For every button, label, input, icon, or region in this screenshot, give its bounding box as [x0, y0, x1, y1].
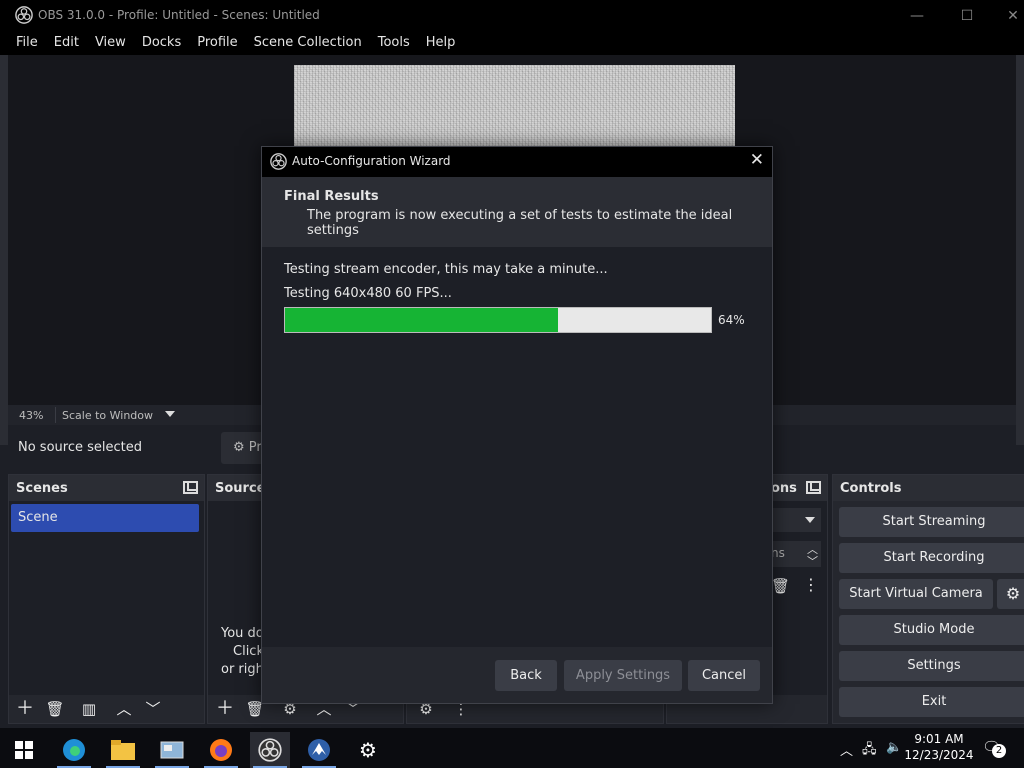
window-title-bar: OBS 31.0.0 - Profile: Untitled - Scenes:…: [0, 0, 1024, 31]
gear-icon: ⚙: [1005, 584, 1021, 603]
progress-bar: [284, 307, 712, 333]
windows-logo-icon: [15, 741, 33, 759]
menu-help[interactable]: Help: [418, 31, 464, 55]
menu-profile[interactable]: Profile: [189, 31, 245, 55]
windows-start-icon[interactable]: [4, 732, 44, 768]
trash-icon[interactable]: 🗑: [43, 698, 67, 720]
nordvpn-icon[interactable]: [299, 732, 339, 768]
control-panel-icon[interactable]: [152, 732, 192, 768]
add-scene-icon[interactable]: ＋: [13, 698, 37, 720]
system-clock[interactable]: 9:01 AM 12/23/2024: [904, 731, 974, 763]
windows-taskbar: ⚙ ︿ 🖧 🔈 9:01 AM 12/23/2024 🗨 2: [0, 728, 1024, 768]
wizard-heading: Final Results: [284, 189, 379, 204]
file-explorer-icon[interactable]: [103, 732, 143, 768]
chevron-up-icon[interactable]: ︿: [112, 698, 136, 720]
scenes-dock: Scenes Scene ＋ 🗑 ▥ ︿ ﹀: [8, 474, 205, 724]
controls-dock-header: Controls: [833, 475, 1024, 501]
menu-file[interactable]: File: [0, 31, 46, 55]
wizard-footer: Back Apply Settings Cancel: [262, 647, 772, 703]
progress-bar-fill: [285, 308, 558, 332]
exit-button[interactable]: Exit: [839, 687, 1024, 717]
transitions-dock-title: ons: [771, 481, 797, 496]
maximize-button[interactable]: ☐: [944, 0, 990, 31]
wizard-title-bar: Auto-Configuration Wizard ✕: [262, 147, 772, 177]
scenes-dock-header: Scenes: [9, 475, 204, 501]
scenes-dock-title: Scenes: [16, 481, 68, 496]
controls-dock-title: Controls: [840, 481, 902, 496]
settings-gear-icon[interactable]: ⚙: [348, 732, 388, 768]
preview-video-noise: [294, 65, 735, 155]
menu-scene-collection[interactable]: Scene Collection: [246, 31, 370, 55]
cancel-button[interactable]: Cancel: [688, 660, 760, 691]
auto-config-wizard-dialog: Auto-Configuration Wizard ✕ Final Result…: [261, 146, 773, 704]
no-source-label: No source selected: [18, 440, 142, 455]
zoom-level: 43%: [19, 409, 44, 422]
duration-spinbox[interactable]: ns ︿ ﹀: [771, 541, 821, 569]
controls-body: Start Streaming Start Recording Start Vi…: [833, 501, 1024, 723]
obs-taskbar-icon[interactable]: [250, 732, 290, 768]
notification-count-badge: 2: [992, 744, 1006, 758]
clock-time: 9:01 AM: [914, 732, 964, 746]
apply-settings-button[interactable]: Apply Settings: [564, 660, 682, 691]
wizard-header: Final Results The program is now executi…: [262, 177, 772, 247]
test-detail-line: Testing 640x480 60 FPS...: [284, 286, 452, 301]
menu-tools[interactable]: Tools: [370, 31, 418, 55]
menu-docks[interactable]: Docks: [134, 31, 189, 55]
edge-icon[interactable]: [54, 732, 94, 768]
progress-percent: 64%: [718, 313, 745, 327]
menu-edit[interactable]: Edit: [46, 31, 87, 55]
right-border: [1016, 55, 1024, 445]
clock-date: 12/23/2024: [904, 748, 974, 762]
chevron-down-icon[interactable]: ﹀: [807, 553, 818, 569]
wizard-close-button[interactable]: ✕: [750, 150, 764, 170]
add-source-icon[interactable]: ＋: [213, 698, 237, 720]
undock-icon[interactable]: [183, 481, 198, 494]
scenes-dock-footer: ＋ 🗑 ▥ ︿ ﹀: [9, 695, 204, 723]
scene-list-item[interactable]: Scene: [11, 504, 199, 532]
obs-logo-icon: [15, 6, 33, 24]
chevron-down-icon[interactable]: ﹀: [141, 698, 165, 720]
sources-dock-title: Source: [215, 481, 266, 496]
more-options-icon[interactable]: ⋮: [803, 575, 819, 594]
filter-icon[interactable]: ▥: [77, 698, 101, 720]
scenes-list: Scene: [9, 501, 204, 695]
start-streaming-button[interactable]: Start Streaming: [839, 507, 1024, 537]
close-button[interactable]: ✕: [990, 0, 1024, 31]
obs-logo-icon: [270, 153, 287, 170]
minimize-button[interactable]: —: [894, 0, 940, 31]
wizard-body: Testing stream encoder, this may take a …: [262, 247, 772, 647]
left-border: [0, 55, 8, 445]
menu-bar: File Edit View Docks Profile Scene Colle…: [0, 31, 1024, 55]
wizard-title: Auto-Configuration Wizard: [292, 154, 451, 168]
controls-dock: Controls Start Streaming Start Recording…: [832, 474, 1024, 724]
chevron-up-icon[interactable]: ︿: [840, 740, 853, 759]
duration-unit: ns: [771, 546, 785, 560]
properties-label: Pr: [248, 440, 262, 455]
virtual-camera-settings-button[interactable]: ⚙: [997, 579, 1024, 609]
window-title: OBS 31.0.0 - Profile: Untitled - Scenes:…: [38, 8, 320, 22]
notification-center-icon[interactable]: 🗨 2: [982, 738, 1006, 758]
undock-icon[interactable]: [806, 481, 821, 494]
volume-muted-icon[interactable]: 🔈: [886, 740, 902, 755]
studio-mode-button[interactable]: Studio Mode: [839, 615, 1024, 645]
trash-icon[interactable]: 🗑: [771, 577, 790, 595]
menu-view[interactable]: View: [87, 31, 134, 55]
back-button[interactable]: Back: [495, 660, 557, 691]
transition-select[interactable]: [771, 508, 821, 532]
network-icon[interactable]: 🖧: [862, 740, 877, 762]
start-virtual-camera-button[interactable]: Start Virtual Camera: [839, 579, 993, 609]
chevron-down-icon[interactable]: [805, 517, 815, 523]
gear-icon: ⚙: [233, 440, 245, 455]
wizard-subheading: The program is now executing a set of te…: [307, 208, 733, 238]
start-recording-button[interactable]: Start Recording: [839, 543, 1024, 573]
chevron-down-icon[interactable]: [165, 411, 175, 417]
settings-button[interactable]: Settings: [839, 651, 1024, 681]
test-status-line: Testing stream encoder, this may take a …: [284, 262, 608, 277]
firefox-icon[interactable]: [201, 732, 241, 768]
